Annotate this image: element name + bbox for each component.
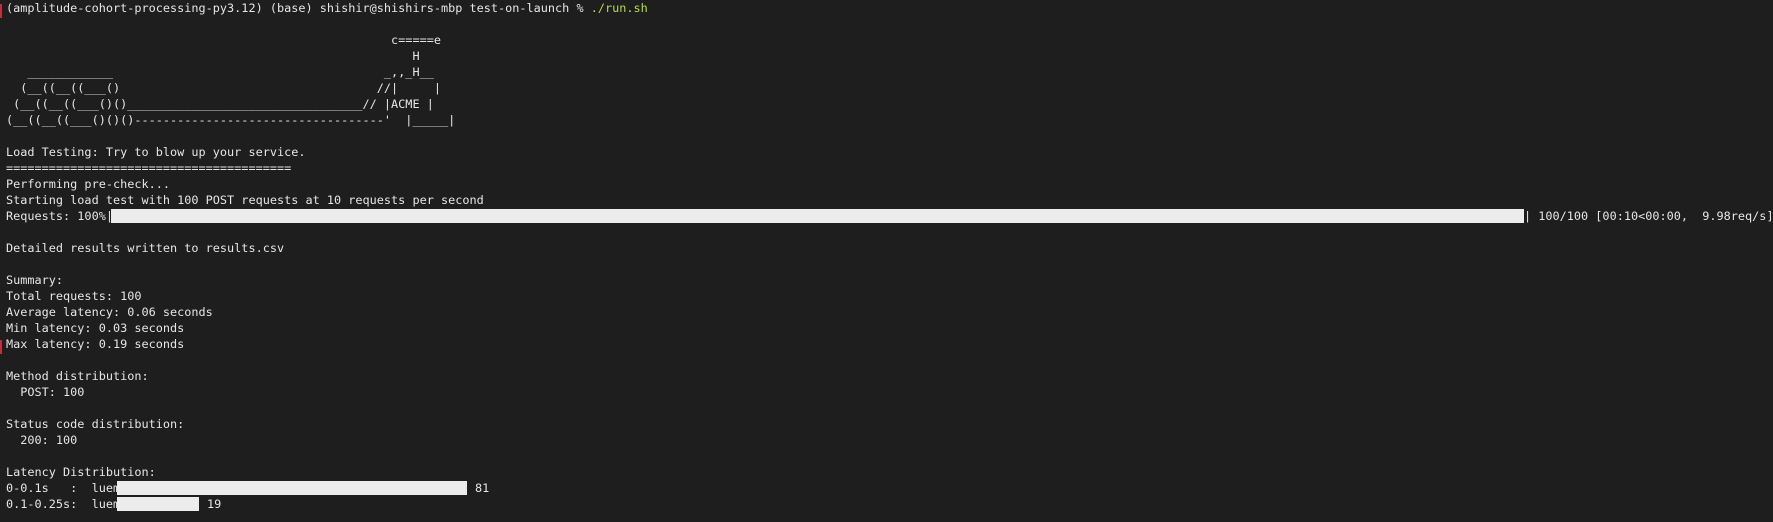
divider: ========================================: [6, 161, 292, 175]
summary-title: Summary:: [6, 273, 64, 287]
tagline: Load Testing: Try to blow up your servic…: [6, 145, 306, 159]
banner-line: H: [6, 49, 420, 63]
progress-suffix: | 100/100 [00:10<00:00, 9.98req/s]: [1524, 209, 1773, 223]
results-file-line: Detailed results written to results.csv: [6, 241, 285, 255]
banner-line: (__((__((___()()________________________…: [6, 97, 434, 111]
status-200: 200: 100: [6, 433, 78, 447]
latency-bucket-count: 81: [475, 481, 490, 495]
progress-prefix: Requests: 100%|: [6, 209, 113, 223]
latency-bucket-label: 0-0.1s : luem: [6, 481, 121, 495]
latency-title: Latency Distribution:: [6, 465, 156, 479]
status-title: Status code distribution:: [6, 417, 185, 431]
start-line: Starting load test with 100 POST request…: [6, 193, 484, 207]
banner-line: (__((__((___()()()----------------------…: [6, 113, 456, 127]
progress-bar: [111, 209, 1524, 223]
banner-line: c=====e: [6, 33, 441, 47]
latency-bar: [117, 497, 199, 511]
terminal-window[interactable]: (amplitude-cohort-processing-py3.12) (ba…: [0, 0, 1773, 522]
left-edge-marker: [0, 4, 2, 18]
latency-bar: [117, 481, 467, 495]
min-latency: Min latency: 0.03 seconds: [6, 321, 185, 335]
method-title: Method distribution:: [6, 369, 149, 383]
banner-line: ____________ _,,_H__: [6, 65, 434, 79]
total-requests: Total requests: 100: [6, 289, 142, 303]
prompt-command: ./run.sh: [590, 1, 648, 15]
max-latency: Max latency: 0.19 seconds: [6, 337, 185, 351]
latency-bucket-count: 19: [207, 497, 222, 511]
latency-bucket-label: 0.1-0.25s: luem: [6, 497, 121, 511]
banner-line: (__((__((___() //| |: [6, 81, 441, 95]
precheck-line: Performing pre-check...: [6, 177, 171, 191]
prompt-line: (amplitude-cohort-processing-py3.12) (ba…: [6, 0, 648, 16]
method-post: POST: 100: [6, 385, 85, 399]
left-edge-marker: [0, 340, 2, 354]
prompt-env: (amplitude-cohort-processing-py3.12) (ba…: [6, 1, 591, 15]
average-latency: Average latency: 0.06 seconds: [6, 305, 213, 319]
